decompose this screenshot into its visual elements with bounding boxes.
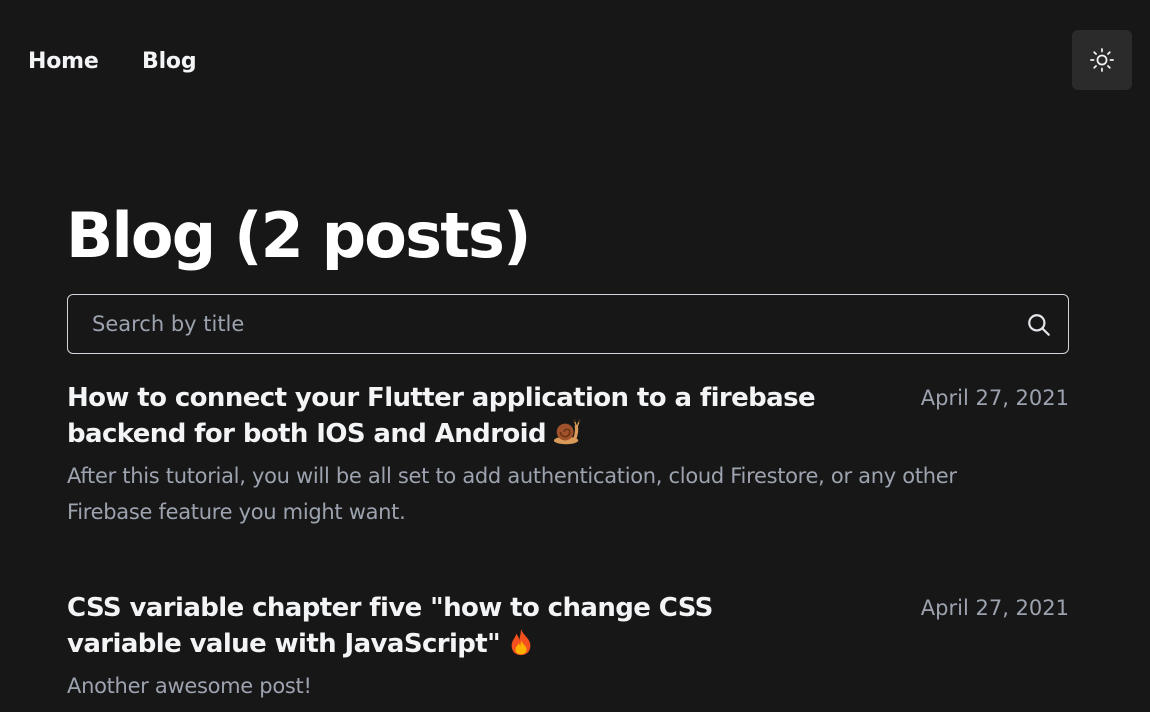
nav-link-home[interactable]: Home: [28, 47, 99, 77]
post-date: April 27, 2021: [920, 386, 1069, 410]
search-icon[interactable]: [1026, 312, 1052, 338]
post-title-text: CSS variable chapter five "how to change…: [67, 593, 713, 659]
post-title-link[interactable]: CSS variable chapter five "how to change…: [67, 590, 827, 662]
post-title-link[interactable]: How to connect your Flutter application …: [67, 380, 827, 452]
page-title: Blog (2 posts): [66, 199, 531, 272]
fire-icon: [511, 628, 531, 656]
theme-toggle-button[interactable]: [1072, 30, 1132, 90]
nav-link-blog[interactable]: Blog: [142, 47, 197, 77]
post-summary: Another awesome post!: [67, 674, 312, 698]
post-date: April 27, 2021: [920, 596, 1069, 620]
sun-icon: [1090, 48, 1114, 72]
post-title-text: How to connect your Flutter application …: [67, 383, 816, 449]
top-nav: Home Blog: [0, 0, 1150, 120]
post-summary: After this tutorial, you will be all set…: [67, 464, 957, 524]
snail-icon: [553, 419, 581, 445]
search-input[interactable]: [68, 295, 1008, 353]
search-box: [67, 294, 1069, 354]
